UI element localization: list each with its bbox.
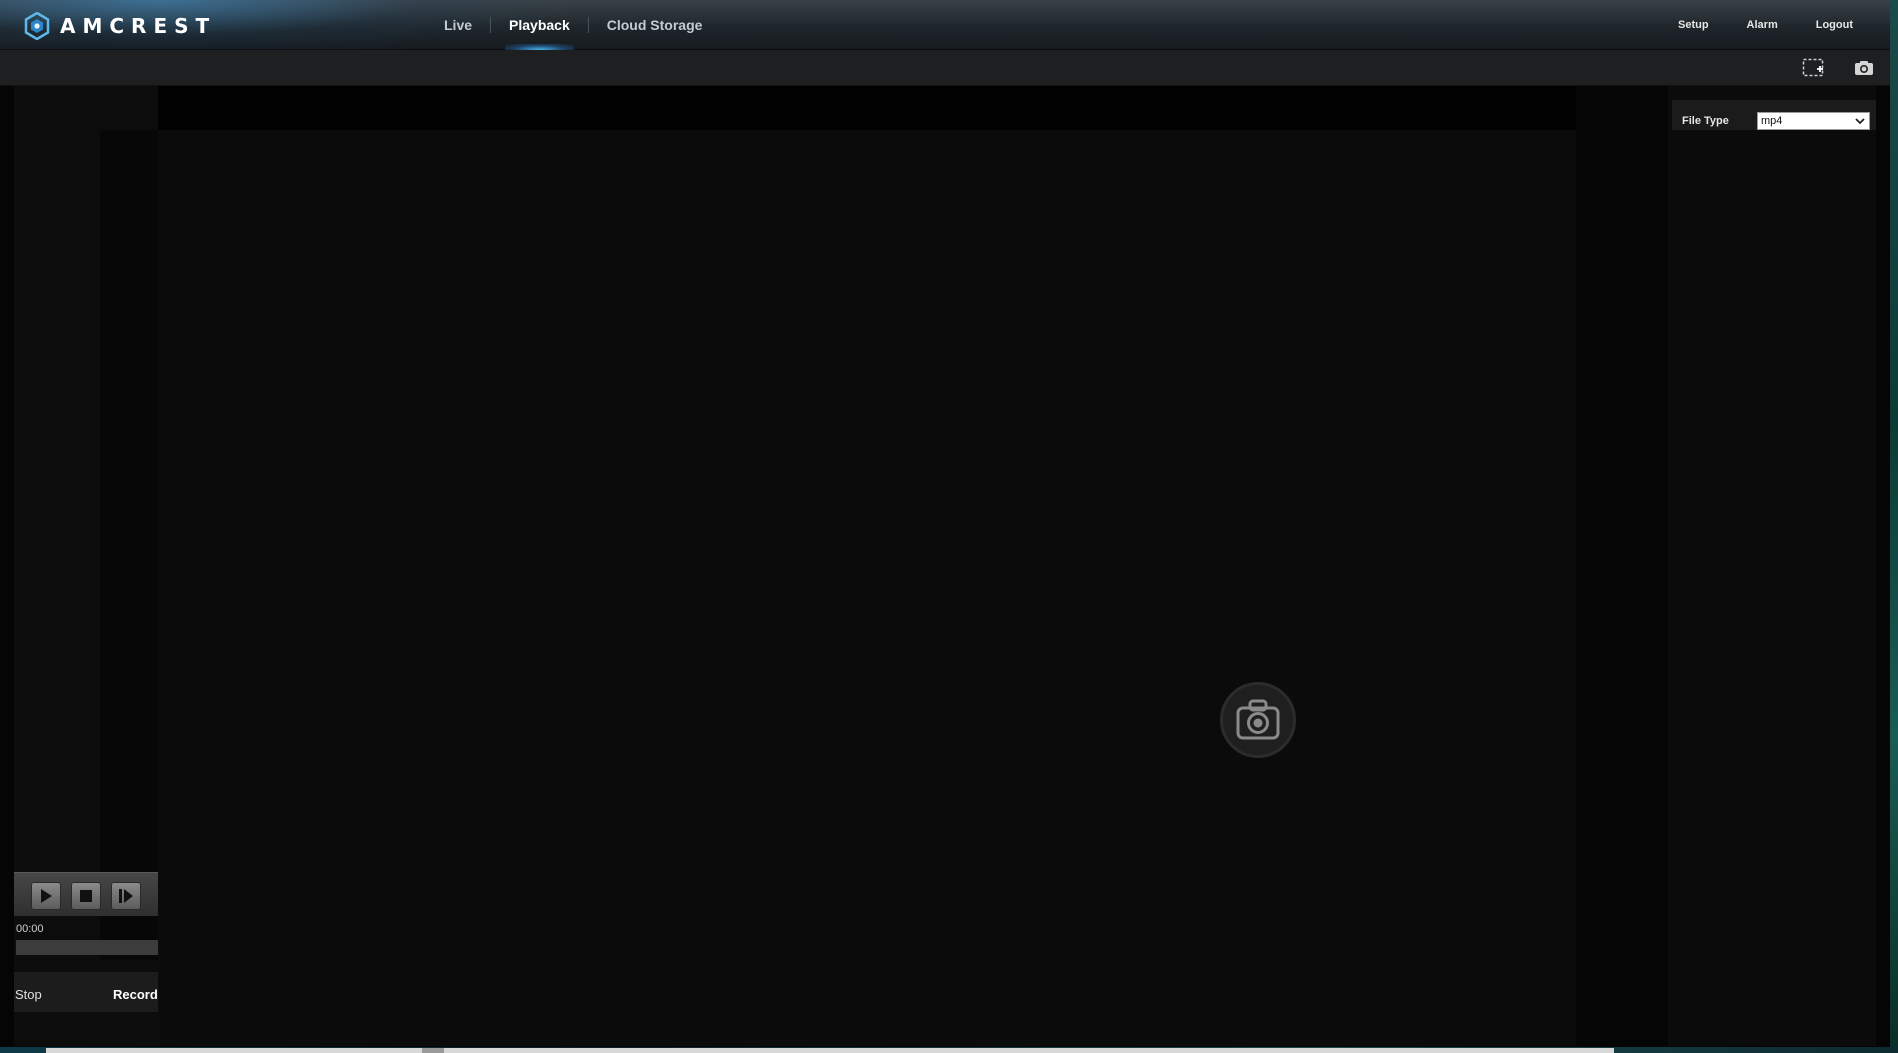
playback-toolbar [0,50,1890,86]
logout-link[interactable]: Logout [1797,19,1872,31]
playback-time: 00:00 [16,923,44,935]
stop-icon [80,890,92,902]
nav-live[interactable]: Live [426,0,490,50]
nav-cloud-storage[interactable]: Cloud Storage [589,0,721,50]
brand-name: AMCREST [60,14,217,38]
app-window: AMCREST Live Playback Cloud Storage Setu… [0,0,1898,1053]
fullscreen-icon[interactable] [1801,56,1825,80]
play-button[interactable] [31,882,61,910]
chevron-down-icon [1855,118,1865,125]
play-icon [41,889,52,903]
playback-progress-bar[interactable] [16,940,158,955]
scrollbar-thumb[interactable] [422,1048,444,1053]
stop-button[interactable] [71,882,101,910]
main-nav: Live Playback Cloud Storage [426,0,720,50]
nav-playback[interactable]: Playback [491,0,588,50]
file-type-select[interactable]: mp4 [1757,112,1870,130]
header-links: Setup Alarm Logout [1659,0,1872,50]
horizontal-scrollbar[interactable] [46,1048,1614,1053]
playback-controls [14,872,158,916]
alarm-link[interactable]: Alarm [1728,19,1797,31]
top-navigation-bar: AMCREST Live Playback Cloud Storage Setu… [0,0,1890,50]
stop-record-button[interactable]: Stop [15,987,42,1002]
file-type-value: mp4 [1761,115,1783,127]
next-frame-icon [119,889,133,903]
record-button[interactable]: Record [113,987,158,1002]
playback-side-panel [1668,86,1876,1046]
file-type-label: File Type [1682,115,1729,127]
camera-icon [1220,682,1296,758]
snapshot-icon[interactable] [1852,56,1876,80]
video-viewport[interactable] [14,86,1576,1046]
next-frame-button[interactable] [111,882,141,910]
logo-hex-icon [24,12,50,40]
setup-link[interactable]: Setup [1659,19,1728,31]
amcrest-logo[interactable]: AMCREST [24,12,216,40]
